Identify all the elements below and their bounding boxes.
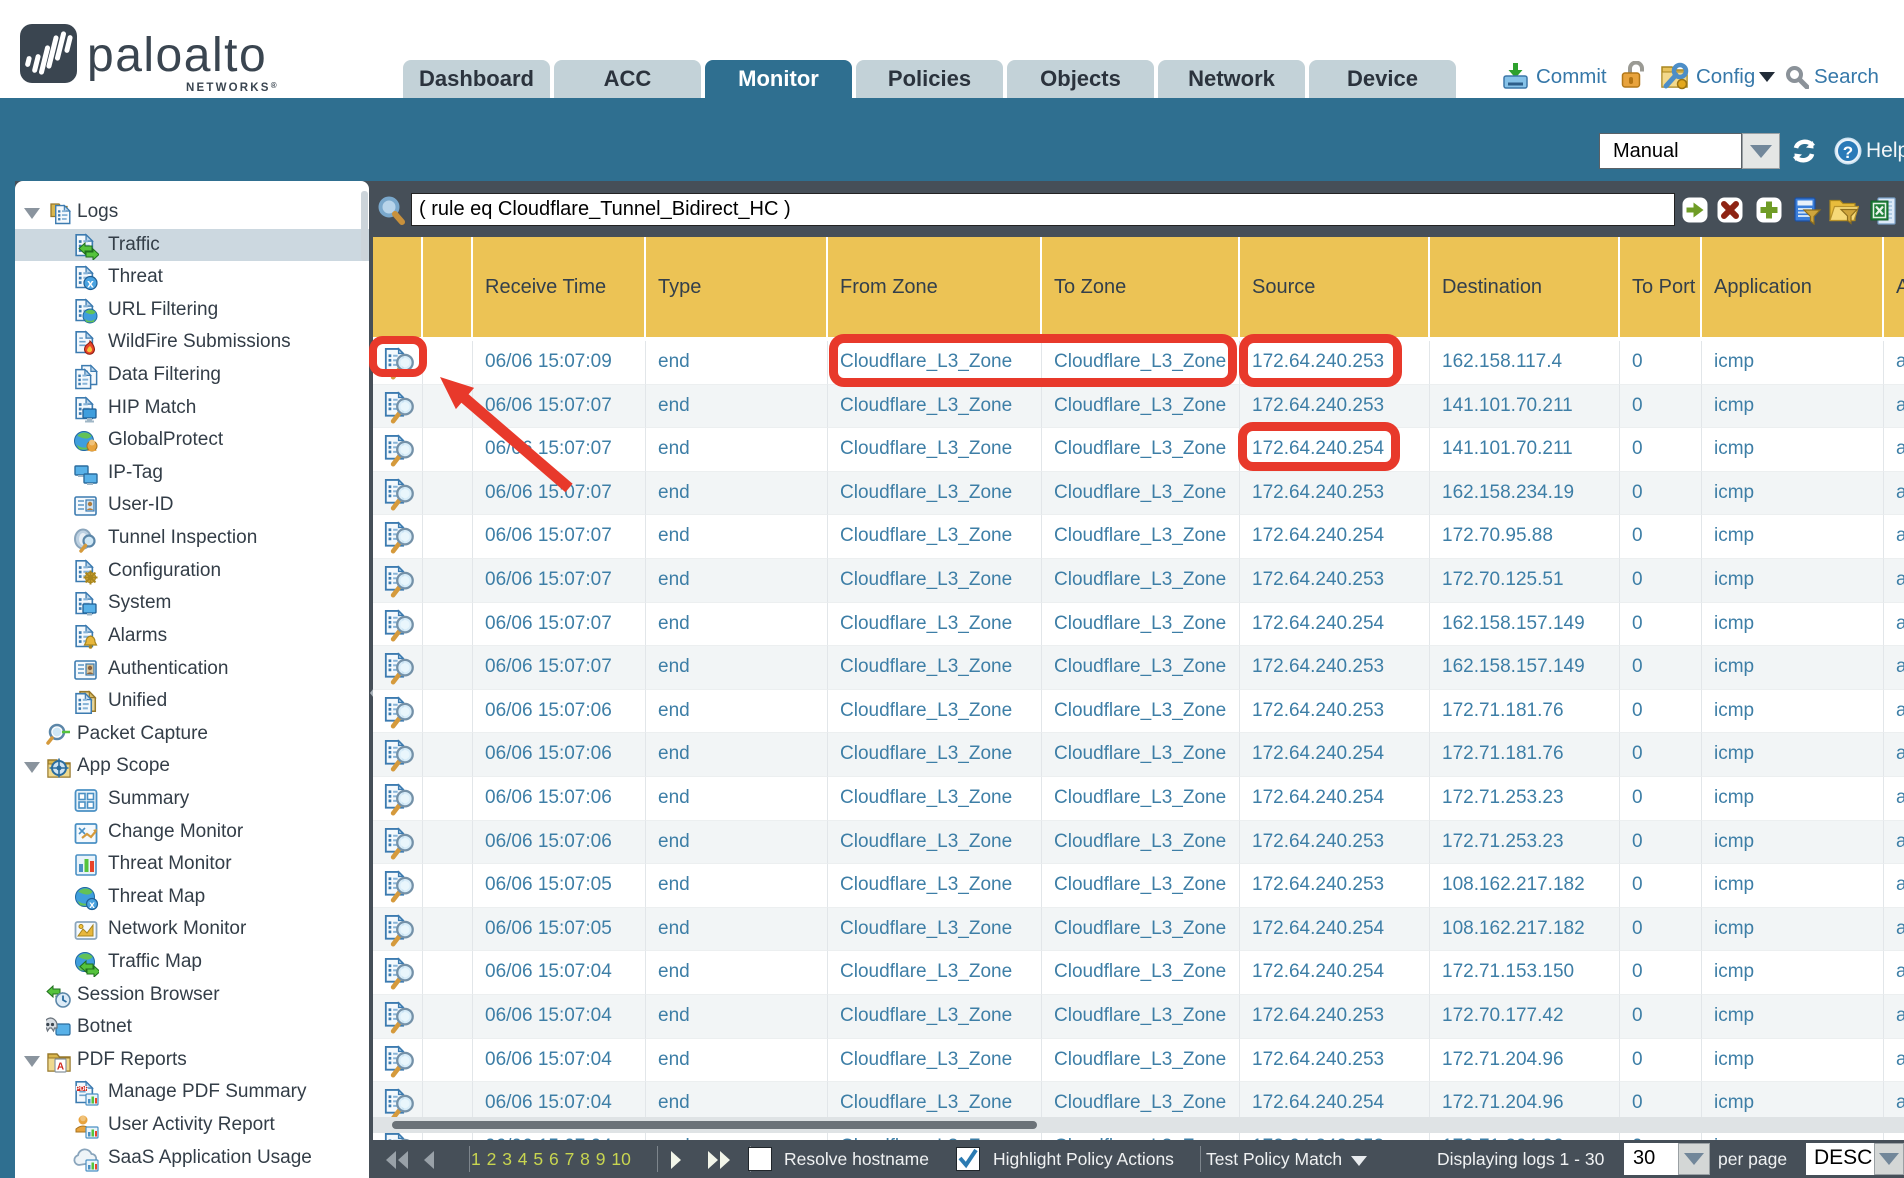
svg-text:?: ? xyxy=(1843,143,1853,162)
svg-text:PDF: PDF xyxy=(76,1086,89,1093)
svg-text:A: A xyxy=(57,1061,64,1072)
svg-text:x: x xyxy=(89,900,95,911)
svg-text:x: x xyxy=(87,277,94,291)
